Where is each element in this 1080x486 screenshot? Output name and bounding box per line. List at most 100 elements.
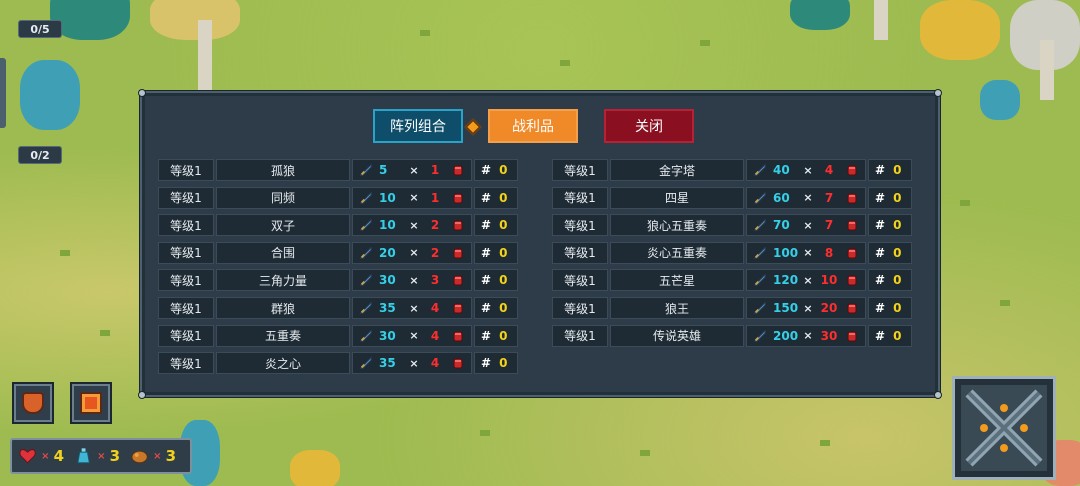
combo-stats: 35 × 4 — [352, 352, 472, 375]
combo-level: 等级1 — [158, 352, 214, 375]
unit-counter: 0/2 — [18, 146, 62, 164]
cost-value: 7 — [824, 218, 834, 233]
count-value: 0 — [893, 301, 902, 315]
combo-row[interactable]: 等级1 传说英雄 200 × 30 # 0 — [552, 324, 912, 347]
food-count: 3 — [165, 447, 176, 465]
attack-value: 10 — [379, 190, 396, 205]
panel-corner — [934, 89, 942, 97]
combo-row[interactable]: 等级1 孤狼 5 × 1 # 0 — [158, 159, 518, 181]
combo-row[interactable]: 等级1 五芒星 120 × 10 # 0 — [552, 269, 912, 292]
count-value: 0 — [893, 190, 902, 205]
combo-row[interactable]: 等级1 炎之心 35 × 4 # 0 — [158, 352, 518, 375]
combo-count: # 0 — [474, 241, 518, 264]
combo-row[interactable]: 等级1 同频 10 × 1 # 0 — [158, 186, 518, 209]
count-value: 0 — [499, 190, 508, 205]
combo-name: 三角力量 — [216, 269, 350, 292]
attack-value: 10 — [379, 218, 396, 233]
combo-name: 狼王 — [610, 297, 744, 319]
fist-icon — [847, 303, 857, 314]
combo-stats: 40 × 4 — [746, 159, 866, 181]
combo-count: # 0 — [474, 324, 518, 347]
fist-icon — [453, 275, 463, 286]
hash-sign: # — [481, 328, 492, 343]
cost-value: 3 — [430, 273, 440, 288]
side-drawer-handle[interactable] — [0, 58, 6, 128]
combo-row[interactable]: 等级1 狼心五重奏 70 × 7 # 0 — [552, 214, 912, 237]
fist-icon — [847, 165, 857, 176]
attack-value: 150 — [773, 301, 799, 315]
cost-value: 4 — [430, 356, 440, 371]
combo-name: 狼心五重奏 — [610, 214, 744, 237]
combo-name: 合围 — [216, 241, 350, 264]
fist-icon — [847, 275, 857, 286]
hash-sign: # — [875, 190, 886, 205]
tree-canopy — [790, 0, 850, 30]
cost-value: 4 — [430, 301, 440, 315]
minimap[interactable] — [952, 376, 1056, 480]
grass-tuft — [560, 60, 570, 66]
combo-stats: 5 × 1 — [352, 159, 472, 181]
skill-slot-fire[interactable] — [70, 382, 112, 424]
tree-canopy — [920, 0, 1000, 60]
combo-level: 等级1 — [158, 214, 214, 237]
combo-row[interactable]: 等级1 狼王 150 × 20 # 0 — [552, 297, 912, 319]
attack-value: 30 — [379, 273, 396, 288]
combo-row[interactable]: 等级1 群狼 35 × 4 # 0 — [158, 297, 518, 319]
fist-icon — [453, 331, 463, 342]
close-button[interactable]: 关闭 — [604, 109, 694, 143]
hash-sign: # — [875, 301, 886, 315]
fist-icon — [453, 303, 463, 314]
multiply-sign: × — [803, 273, 813, 287]
combo-row[interactable]: 等级1 双子 10 × 2 # 0 — [158, 214, 518, 237]
combo-stats: 200 × 30 — [746, 324, 866, 347]
cost-value: 20 — [820, 301, 838, 315]
cost-value: 7 — [824, 190, 834, 205]
grass-tuft — [100, 330, 110, 336]
count-value: 0 — [499, 356, 508, 371]
panel-corner — [934, 391, 942, 399]
tree-canopy — [290, 450, 340, 486]
combo-level: 等级1 — [158, 297, 214, 319]
cost-value: 30 — [820, 328, 838, 343]
combo-row[interactable]: 等级1 三角力量 30 × 3 # 0 — [158, 269, 518, 292]
sword-icon — [753, 191, 766, 204]
combo-level: 等级1 — [158, 324, 214, 347]
wave-counter: 0/5 — [18, 20, 62, 38]
grass-tuft — [960, 200, 970, 206]
combo-count: # 0 — [474, 352, 518, 375]
count-value: 0 — [499, 245, 508, 260]
hash-sign: # — [875, 328, 886, 343]
hash-sign: # — [481, 245, 492, 260]
hash-sign: # — [481, 163, 492, 177]
combo-row[interactable]: 等级1 四星 60 × 7 # 0 — [552, 186, 912, 209]
grass-tuft — [1000, 300, 1010, 306]
combo-row[interactable]: 等级1 五重奏 30 × 4 # 0 — [158, 324, 518, 347]
combo-count: # 0 — [474, 159, 518, 181]
skill-slot-shield[interactable] — [12, 382, 54, 424]
count-value: 0 — [499, 218, 508, 233]
attack-value: 40 — [773, 163, 790, 177]
count-value: 0 — [893, 218, 902, 233]
tab-formation[interactable]: 阵列组合 — [373, 109, 463, 143]
tab-loot[interactable]: 战利品 — [488, 109, 578, 143]
combo-count: # 0 — [474, 186, 518, 209]
potions-count: 3 — [109, 447, 120, 465]
cost-value: 2 — [430, 218, 440, 233]
combo-row[interactable]: 等级1 合围 20 × 2 # 0 — [158, 241, 518, 264]
combo-row[interactable]: 等级1 炎心五重奏 100 × 8 # 0 — [552, 241, 912, 264]
multiply-sign: × — [409, 218, 419, 232]
multiply-sign: × — [409, 301, 419, 315]
combo-level: 等级1 — [552, 214, 608, 237]
tree-trunk — [198, 20, 212, 90]
multiply-sign: × — [803, 246, 813, 260]
hearts-count: 4 — [53, 447, 64, 465]
sword-icon — [359, 191, 372, 204]
fist-icon — [847, 331, 857, 342]
combo-name: 四星 — [610, 186, 744, 209]
combo-count: # 0 — [868, 159, 912, 181]
count-value: 0 — [893, 328, 902, 343]
combo-row[interactable]: 等级1 金字塔 40 × 4 # 0 — [552, 159, 912, 181]
multiply-sign: × — [409, 329, 419, 343]
attack-value: 5 — [379, 163, 388, 177]
sword-icon — [753, 163, 766, 176]
